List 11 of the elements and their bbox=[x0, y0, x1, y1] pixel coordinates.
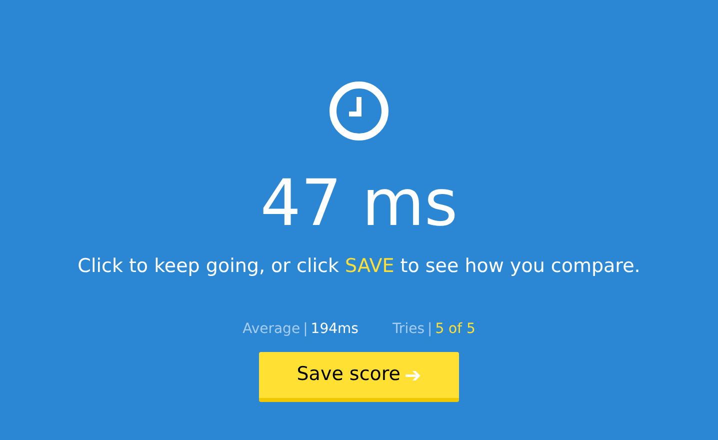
stat-separator: | bbox=[427, 320, 432, 338]
arrow-icon: ➔ bbox=[404, 360, 422, 390]
clock-icon bbox=[328, 80, 390, 142]
stat-label: Average bbox=[242, 320, 300, 338]
reaction-time: 47 ms bbox=[260, 172, 458, 236]
stat-separator: | bbox=[303, 320, 308, 338]
save-score-button[interactable]: Save score ➔ bbox=[259, 352, 459, 402]
stat-value: 194ms bbox=[310, 320, 358, 338]
stat-label: Tries bbox=[392, 320, 424, 338]
instruction-text: Click to keep going, or click SAVE to see how you compare. bbox=[78, 254, 640, 279]
stat-value: 5 of 5 bbox=[435, 320, 476, 338]
